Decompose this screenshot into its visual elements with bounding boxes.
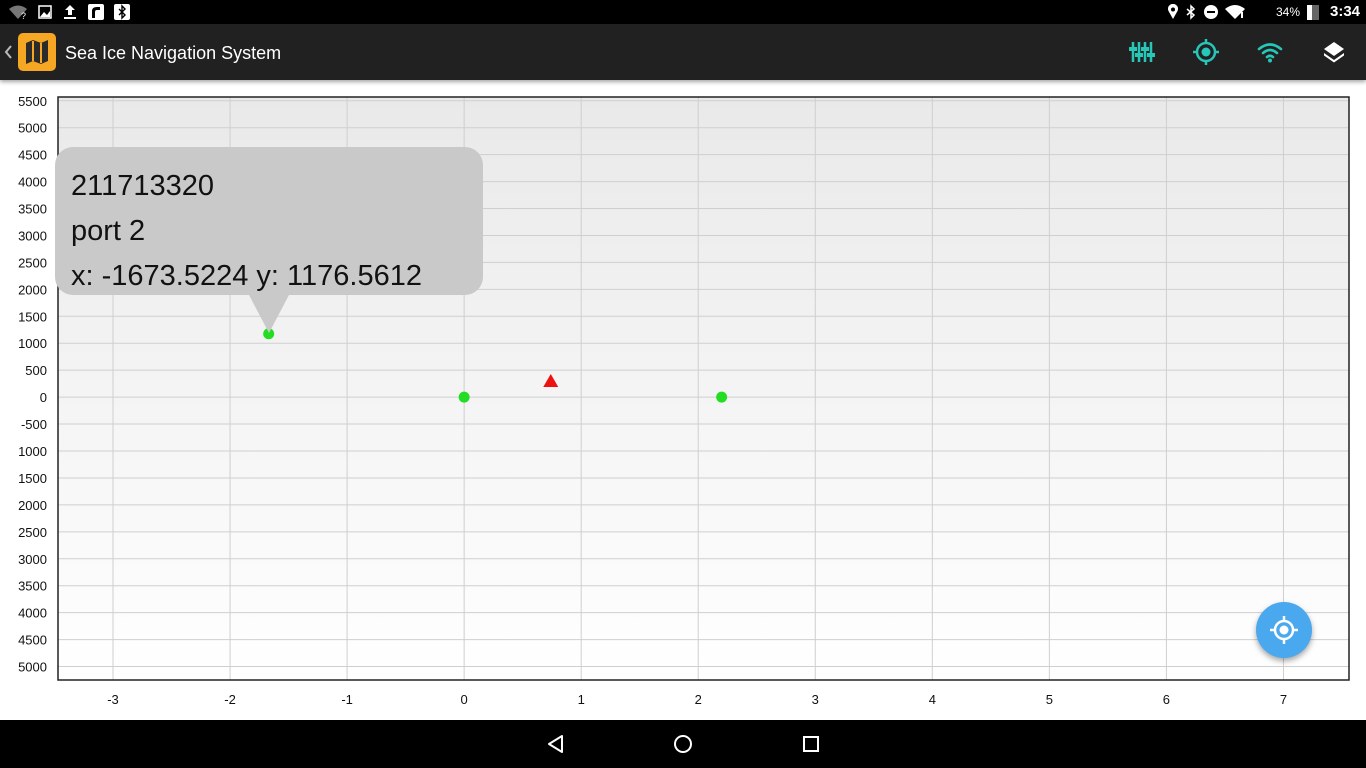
y-tick-label: 2500 <box>18 255 47 270</box>
x-tick-label: 7 <box>1280 692 1287 707</box>
bluetooth-icon <box>1186 4 1196 20</box>
image-icon <box>38 5 52 19</box>
recents-icon[interactable] <box>799 732 823 756</box>
y-tick-label: 4000 <box>18 175 47 190</box>
x-tick-label: 0 <box>461 692 468 707</box>
y-tick-label: 3500 <box>18 202 47 217</box>
x-tick-label: 1 <box>578 692 585 707</box>
y-tick-label: 1000 <box>18 336 47 351</box>
y-tick-label: 4500 <box>18 148 47 163</box>
layers-icon[interactable] <box>1318 36 1350 68</box>
tooltip-name: port 2 <box>71 215 146 247</box>
y-tick-label: 1000 <box>18 444 47 459</box>
y-tick-label: 5500 <box>18 94 47 109</box>
x-tick-label: 4 <box>929 692 936 707</box>
wifi-icon[interactable] <box>1254 36 1286 68</box>
my-location-button[interactable] <box>1256 602 1312 658</box>
y-tick-label: 2500 <box>18 525 47 540</box>
x-tick-label: -2 <box>224 692 236 707</box>
y-tick-label: 0 <box>40 390 47 405</box>
y-tick-label: 500 <box>25 363 47 378</box>
tooltip-id: 211713320 <box>71 170 215 202</box>
app-icon <box>88 4 104 20</box>
y-tick-label: 3000 <box>18 228 47 243</box>
x-tick-label: 5 <box>1046 692 1053 707</box>
y-tick-label: 2000 <box>18 498 47 513</box>
x-tick-label: -3 <box>107 692 119 707</box>
y-tick-label: 3500 <box>18 579 47 594</box>
do-not-disturb-icon <box>1204 5 1218 19</box>
y-tick-label: 1500 <box>18 309 47 324</box>
y-tick-label: 5000 <box>18 121 47 136</box>
app-title: Sea Ice Navigation System <box>65 43 282 63</box>
point-marker[interactable] <box>458 391 470 403</box>
point-tooltip: 211713320 port 2 x: -1673.5224 y: 1176.5… <box>55 147 483 295</box>
map-icon[interactable] <box>18 33 56 71</box>
battery-icon <box>1307 5 1319 20</box>
sliders-icon[interactable] <box>1126 36 1158 68</box>
wifi-icon <box>1225 5 1245 19</box>
y-tick-label: 4000 <box>18 606 47 621</box>
wifi-question-icon: ? <box>9 5 27 20</box>
y-tick-label: 1500 <box>18 471 47 486</box>
svg-text:?: ? <box>21 11 26 20</box>
bluetooth-icon <box>114 4 130 20</box>
chevron-left-icon[interactable] <box>2 44 14 60</box>
my-location-icon <box>1270 616 1298 644</box>
gps-target-icon[interactable] <box>1190 36 1222 68</box>
x-tick-label: 6 <box>1163 692 1170 707</box>
x-tick-label: 3 <box>812 692 819 707</box>
clock: 3:34 <box>1330 3 1361 20</box>
app-bar: Sea Ice Navigation System <box>0 24 1366 80</box>
status-bar: ? 34% 3:34 <box>0 0 1366 24</box>
x-tick-label: -1 <box>341 692 353 707</box>
x-tick-label: 2 <box>695 692 702 707</box>
point-marker[interactable] <box>716 391 728 403</box>
back-icon[interactable] <box>544 732 568 756</box>
tooltip-coords: x: -1673.5224 y: 1176.5612 <box>71 260 422 292</box>
upload-icon <box>64 5 76 19</box>
y-tick-label: 2000 <box>18 282 47 297</box>
tooltip-pointer <box>249 295 289 333</box>
battery-percent: 34% <box>1276 5 1301 19</box>
home-icon[interactable] <box>671 732 695 756</box>
y-tick-label: -500 <box>21 417 47 432</box>
y-tick-label: 3000 <box>18 552 47 567</box>
location-icon <box>1168 4 1178 19</box>
y-tick-label: 5000 <box>18 660 47 675</box>
navigation-bar <box>0 720 1366 768</box>
y-tick-label: 4500 <box>18 633 47 648</box>
